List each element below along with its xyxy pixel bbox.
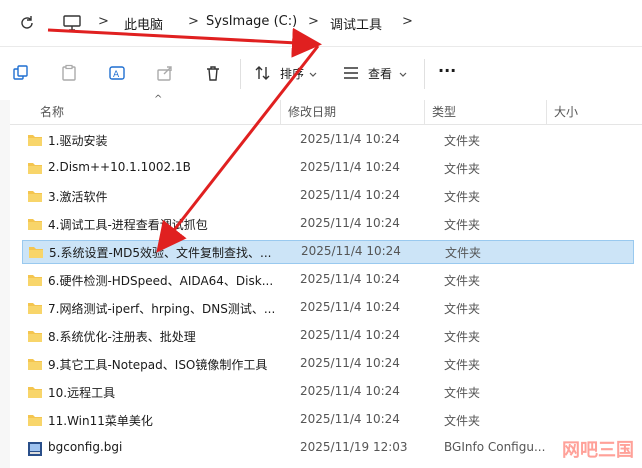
computer-icon[interactable] <box>62 14 82 35</box>
file-modified-date: 2025/11/4 10:24 <box>300 328 400 342</box>
file-name: 11.Win11菜单美化 <box>48 414 153 428</box>
folder-icon <box>27 161 43 178</box>
file-modified-date: 2025/11/4 10:24 <box>300 412 400 426</box>
new-icon[interactable] <box>12 64 32 84</box>
file-name: bgconfig.bgi <box>48 440 123 454</box>
file-type: 文件夹 <box>444 358 481 372</box>
file-row[interactable]: 10.远程工具 2025/11/4 10:24 文件夹 <box>22 380 634 404</box>
breadcrumb-separator: > <box>402 14 413 29</box>
file-row[interactable]: 7.网络测试-iperf、hrping、DNS测试、... 2025/11/4 1… <box>22 296 634 320</box>
column-divider[interactable] <box>280 100 281 124</box>
folder-icon <box>27 301 43 318</box>
file-modified-date: 2025/11/4 10:24 <box>300 216 400 230</box>
file-modified-date: 2025/11/4 10:24 <box>300 160 400 174</box>
file-row[interactable]: bgconfig.bgi 2025/11/19 12:03 BGInfo Confi… <box>22 436 634 460</box>
bgi-file-icon <box>27 441 43 460</box>
folder-icon <box>27 273 43 290</box>
file-type: 文件夹 <box>444 134 481 148</box>
file-type: BGInfo Configu... <box>444 440 546 454</box>
sort-ascending-icon: ^ <box>154 94 163 105</box>
folder-icon <box>27 133 43 150</box>
file-modified-date: 2025/11/4 10:24 <box>300 356 400 370</box>
delete-icon[interactable] <box>204 64 224 84</box>
toolbar-divider <box>240 59 241 89</box>
folder-icon <box>27 217 43 234</box>
column-header-row: 名称 ^ 修改日期 类型 大小 <box>10 94 642 125</box>
watermark-logo: 网吧三国 <box>562 440 634 461</box>
file-type: 文件夹 <box>444 414 481 428</box>
file-name: 10.远程工具 <box>48 386 116 400</box>
breadcrumb-separator: > <box>188 14 199 29</box>
folder-icon <box>27 329 43 346</box>
file-modified-date: 2025/11/4 10:24 <box>300 132 400 146</box>
file-name: 9.其它工具-Notepad、ISO镜像制作工具 <box>48 358 268 372</box>
svg-text:A: A <box>113 70 120 80</box>
file-modified-date: 2025/11/4 10:24 <box>300 272 400 286</box>
file-row[interactable]: 4.调试工具-进程查看调试抓包 2025/11/4 10:24 文件夹 <box>22 212 634 236</box>
more-options-button[interactable]: ··· <box>438 61 456 80</box>
file-type: 文件夹 <box>444 218 481 232</box>
file-name: 3.激活软件 <box>48 190 108 204</box>
column-header-name[interactable]: 名称 <box>40 103 64 120</box>
file-type: 文件夹 <box>444 302 481 316</box>
file-row[interactable]: 11.Win11菜单美化 2025/11/4 10:24 文件夹 <box>22 408 634 432</box>
column-header-type[interactable]: 类型 <box>432 103 456 120</box>
column-divider[interactable] <box>424 100 425 124</box>
folder-icon <box>27 189 43 206</box>
file-modified-date: 2025/11/4 10:24 <box>300 384 400 398</box>
sort-button[interactable]: 排序 <box>280 65 304 82</box>
file-modified-date: 2025/11/4 10:24 <box>301 244 401 258</box>
file-row[interactable]: 3.激活软件 2025/11/4 10:24 文件夹 <box>22 184 634 208</box>
navigation-pane-edge <box>0 100 10 468</box>
file-row[interactable]: 5.系统设置-MD5效验、文件复制查找、... 2025/11/4 10:24 文件… <box>22 240 634 264</box>
file-name: 4.调试工具-进程查看调试抓包 <box>48 218 208 232</box>
file-type: 文件夹 <box>444 190 481 204</box>
file-type: 文件夹 <box>445 246 482 260</box>
address-bar: > 此电脑 > SysImage (C:) > 调试工具 > <box>0 0 642 46</box>
file-name: 7.网络测试-iperf、hrping、DNS测试、... <box>48 302 276 316</box>
breadcrumb-separator: > <box>308 14 319 29</box>
folder-icon <box>27 357 43 374</box>
view-button[interactable]: 查看 <box>368 65 392 82</box>
file-row[interactable]: 8.系统优化-注册表、批处理 2025/11/4 10:24 文件夹 <box>22 324 634 348</box>
file-row[interactable]: 1.驱动安装 2025/11/4 10:24 文件夹 <box>22 128 634 152</box>
column-header-size[interactable]: 大小 <box>554 103 578 120</box>
view-icon[interactable] <box>342 64 362 84</box>
file-type: 文件夹 <box>444 274 481 288</box>
rename-icon[interactable]: A <box>108 64 128 84</box>
column-header-modified[interactable]: 修改日期 <box>288 103 336 120</box>
breadcrumb-drive-c[interactable]: SysImage (C:) <box>206 14 297 29</box>
breadcrumb-this-pc[interactable]: 此电脑 <box>124 14 163 33</box>
refresh-icon[interactable] <box>18 14 36 35</box>
folder-icon <box>28 245 44 262</box>
file-type: 文件夹 <box>444 162 481 176</box>
paste-icon[interactable] <box>60 64 80 84</box>
file-modified-date: 2025/11/19 12:03 <box>300 440 408 454</box>
chevron-down-icon[interactable] <box>308 69 328 89</box>
toolbar-divider <box>424 59 425 89</box>
chevron-down-icon[interactable] <box>398 69 418 89</box>
file-name: 5.系统设置-MD5效验、文件复制查找、... <box>49 246 272 260</box>
folder-icon <box>27 385 43 402</box>
file-name: 8.系统优化-注册表、批处理 <box>48 330 196 344</box>
file-name: 1.驱动安装 <box>48 134 108 148</box>
file-type: 文件夹 <box>444 386 481 400</box>
file-row[interactable]: 9.其它工具-Notepad、ISO镜像制作工具 2025/11/4 10:24 文… <box>22 352 634 376</box>
file-name: 2.Dism++10.1.1002.1B <box>48 160 191 174</box>
file-modified-date: 2025/11/4 10:24 <box>300 300 400 314</box>
folder-icon <box>27 413 43 430</box>
share-icon[interactable] <box>156 64 176 84</box>
file-type: 文件夹 <box>444 330 481 344</box>
sort-icon[interactable] <box>254 64 274 84</box>
command-toolbar: A 排序 查看 ··· <box>0 46 642 101</box>
file-row[interactable]: 6.硬件检测-HDSpeed、AIDA64、Disk... 2025/11/4 1… <box>22 268 634 292</box>
file-modified-date: 2025/11/4 10:24 <box>300 188 400 202</box>
file-row[interactable]: 2.Dism++10.1.1002.1B 2025/11/4 10:24 文件夹 <box>22 156 634 180</box>
column-divider[interactable] <box>546 100 547 124</box>
file-name: 6.硬件检测-HDSpeed、AIDA64、Disk... <box>48 274 274 288</box>
breadcrumb-current-folder[interactable]: 调试工具 <box>330 14 382 33</box>
breadcrumb-separator: > <box>98 14 109 29</box>
